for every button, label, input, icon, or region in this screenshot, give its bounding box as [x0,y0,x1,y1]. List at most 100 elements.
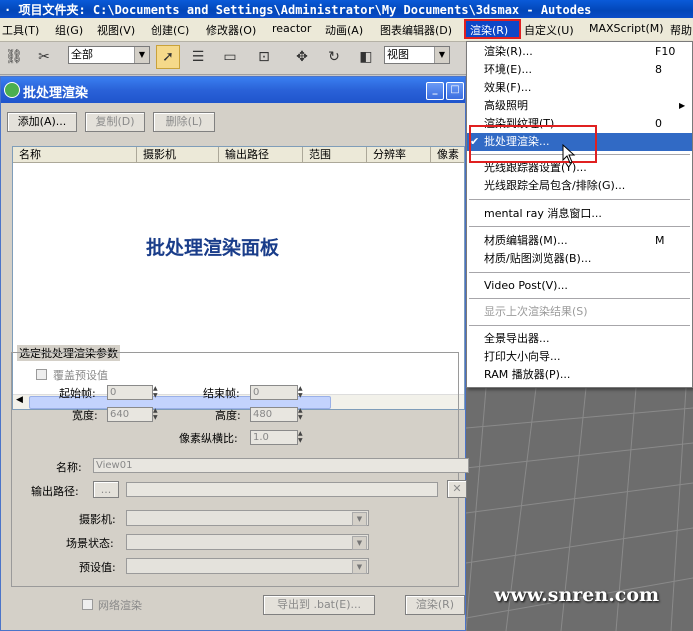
spinner-arrows-icon[interactable]: ▲ ▼ [298,407,307,422]
col-header-resolution[interactable]: 分辨率 [367,147,431,163]
menu-item-material-editor[interactable]: 材质编辑器(M)... M [467,232,692,250]
spinner-arrows-icon[interactable]: ▲ ▼ [153,385,162,400]
minimize-icon[interactable]: _ [426,82,444,100]
select-by-name-icon[interactable]: ☰ [186,45,210,69]
override-preset-checkbox[interactable] [36,369,47,380]
menu-item-label: 高级照明 [484,99,528,112]
menu-item-mental-ray-messages[interactable]: mental ray 消息窗口... [467,205,692,223]
net-render-label: 网络渲染 [98,599,142,612]
spinner-arrows-icon[interactable]: ▲ ▼ [153,407,162,422]
window-title-bar[interactable]: 批处理渲染 _ □ [1,77,465,103]
menu-item-label: 渲染(R)... [484,45,533,58]
menu-item-label: 材质/贴图浏览器(B)... [484,252,592,265]
browse-output-button[interactable]: ... [93,481,119,498]
annotation-highlight-box [469,125,597,163]
end-frame-label: 结束帧: [203,387,240,400]
menu-item-label: 显示上次渲染结果(S) [484,305,588,318]
window-crossing-icon[interactable]: ⊡ [252,45,276,69]
override-preset-label: 覆盖预设值 [53,369,108,382]
unlink-icon[interactable]: ✂ [32,45,56,69]
scene-state-dropdown[interactable]: ▼ [126,534,369,550]
pixel-aspect-spinner[interactable]: 1.0 ▲ ▼ [250,430,303,445]
menu-group[interactable]: 组(G) [55,22,83,38]
start-frame-value: 0 [110,387,117,398]
output-path-field[interactable] [126,482,438,497]
spinner-arrows-icon[interactable]: ▲ ▼ [298,385,307,400]
start-frame-spinner[interactable]: 0 ▲ ▼ [107,385,158,400]
menu-reactor[interactable]: reactor [272,22,311,35]
camera-dropdown[interactable]: ▼ [126,510,369,526]
window-title: 批处理渲染 [23,86,89,101]
menu-tools[interactable]: 工具(T) [2,22,39,38]
menu-maxscript[interactable]: MAXScript(M) [589,22,664,35]
menu-item-show-last-render[interactable]: 显示上次渲染结果(S) [467,303,692,321]
menu-item-panorama-exporter[interactable]: 全景导出器... [467,330,692,348]
name-value: View01 [96,460,133,471]
spinner-arrows-icon[interactable]: ▲ ▼ [298,430,307,445]
menu-item-effects[interactable]: 效果(F)... [467,79,692,97]
menu-item-print-size-wizard[interactable]: 打印大小向导... [467,348,692,366]
name-field[interactable]: View01 [93,458,469,473]
maximize-icon[interactable]: □ [446,82,464,100]
submenu-arrow-icon: ▶ [679,101,686,110]
menu-item-raytrace-include-exclude[interactable]: 光线跟踪全局包含/排除(G)... [467,177,692,195]
menu-item-advanced-lighting[interactable]: 高级照明 ▶ [467,97,692,115]
menu-separator [469,226,690,227]
end-frame-value: 0 [253,387,260,398]
clear-output-icon[interactable]: ✕ [447,480,467,498]
render-button[interactable]: 渲染(R) [405,595,465,615]
select-arrow-icon[interactable]: ➚ [156,45,180,69]
menu-views[interactable]: 视图(V) [97,22,135,38]
menu-item-ram-player[interactable]: RAM 播放器(P)... [467,366,692,384]
chevron-down-icon: ▼ [352,536,367,550]
link-icon[interactable]: ⛓ [2,45,26,69]
col-header-name[interactable]: 名称 [13,147,137,163]
copy-button[interactable]: 复制(D) [85,112,145,132]
menu-item-render[interactable]: 渲染(R)... F10 [467,43,692,61]
menu-separator [469,325,690,326]
move-icon[interactable]: ✥ [290,45,314,69]
col-header-camera[interactable]: 摄影机 [137,147,219,163]
chevron-down-icon: ▼ [352,512,367,526]
start-frame-label: 起始帧: [59,387,96,400]
export-bat-button[interactable]: 导出到 .bat(E)... [263,595,375,615]
preset-dropdown[interactable]: ▼ [126,558,369,574]
width-spinner[interactable]: 640 ▲ ▼ [107,407,158,422]
scale-icon[interactable]: ◧ [354,45,378,69]
menu-rendering[interactable]: 渲染(R) [464,19,521,39]
menu-modifiers[interactable]: 修改器(O) [206,22,256,38]
mouse-cursor-icon [562,144,576,164]
col-header-pixel[interactable]: 像素 [431,147,464,163]
menu-item-video-post[interactable]: Video Post(V)... [467,277,692,295]
menu-help[interactable]: 帮助 [670,22,692,38]
menu-customize[interactable]: 自定义(U) [524,22,574,38]
height-spinner[interactable]: 480 ▲ ▼ [250,407,303,422]
menu-graph-editors[interactable]: 图表编辑器(D) [380,22,452,38]
app-title: · 项目文件夹: C:\Documents and Settings\Admin… [4,3,592,17]
end-frame-spinner[interactable]: 0 ▲ ▼ [250,385,303,400]
menu-separator [469,199,690,200]
reference-coord-dropdown[interactable]: 视图 ▼ [384,46,450,64]
menu-item-shortcut: F10 [655,45,676,58]
menu-create[interactable]: 创建(C) [151,22,189,38]
selection-filter-value: 全部 [71,48,93,61]
height-label: 高度: [215,409,241,422]
col-header-range[interactable]: 范围 [303,147,367,163]
menu-item-label: Video Post(V)... [484,279,568,292]
col-header-output-path[interactable]: 输出路径 [219,147,303,163]
menu-item-label: 光线跟踪全局包含/排除(G)... [484,179,626,192]
menu-animation[interactable]: 动画(A) [325,22,363,38]
menu-item-material-browser[interactable]: 材质/贴图浏览器(B)... [467,250,692,268]
selection-filter-dropdown[interactable]: 全部 ▼ [68,46,150,64]
menu-item-environment[interactable]: 环境(E)... 8 [467,61,692,79]
add-button[interactable]: 添加(A)... [7,112,77,132]
chevron-down-icon: ▼ [434,47,449,63]
menu-separator [469,298,690,299]
reference-coord-value: 视图 [387,48,409,61]
region-select-icon[interactable]: ▭ [218,45,242,69]
width-value: 640 [110,409,130,420]
scene-state-label: 场景状态: [66,537,114,550]
rotate-icon[interactable]: ↻ [322,45,346,69]
net-render-checkbox[interactable] [82,599,93,610]
delete-button[interactable]: 删除(L) [153,112,215,132]
